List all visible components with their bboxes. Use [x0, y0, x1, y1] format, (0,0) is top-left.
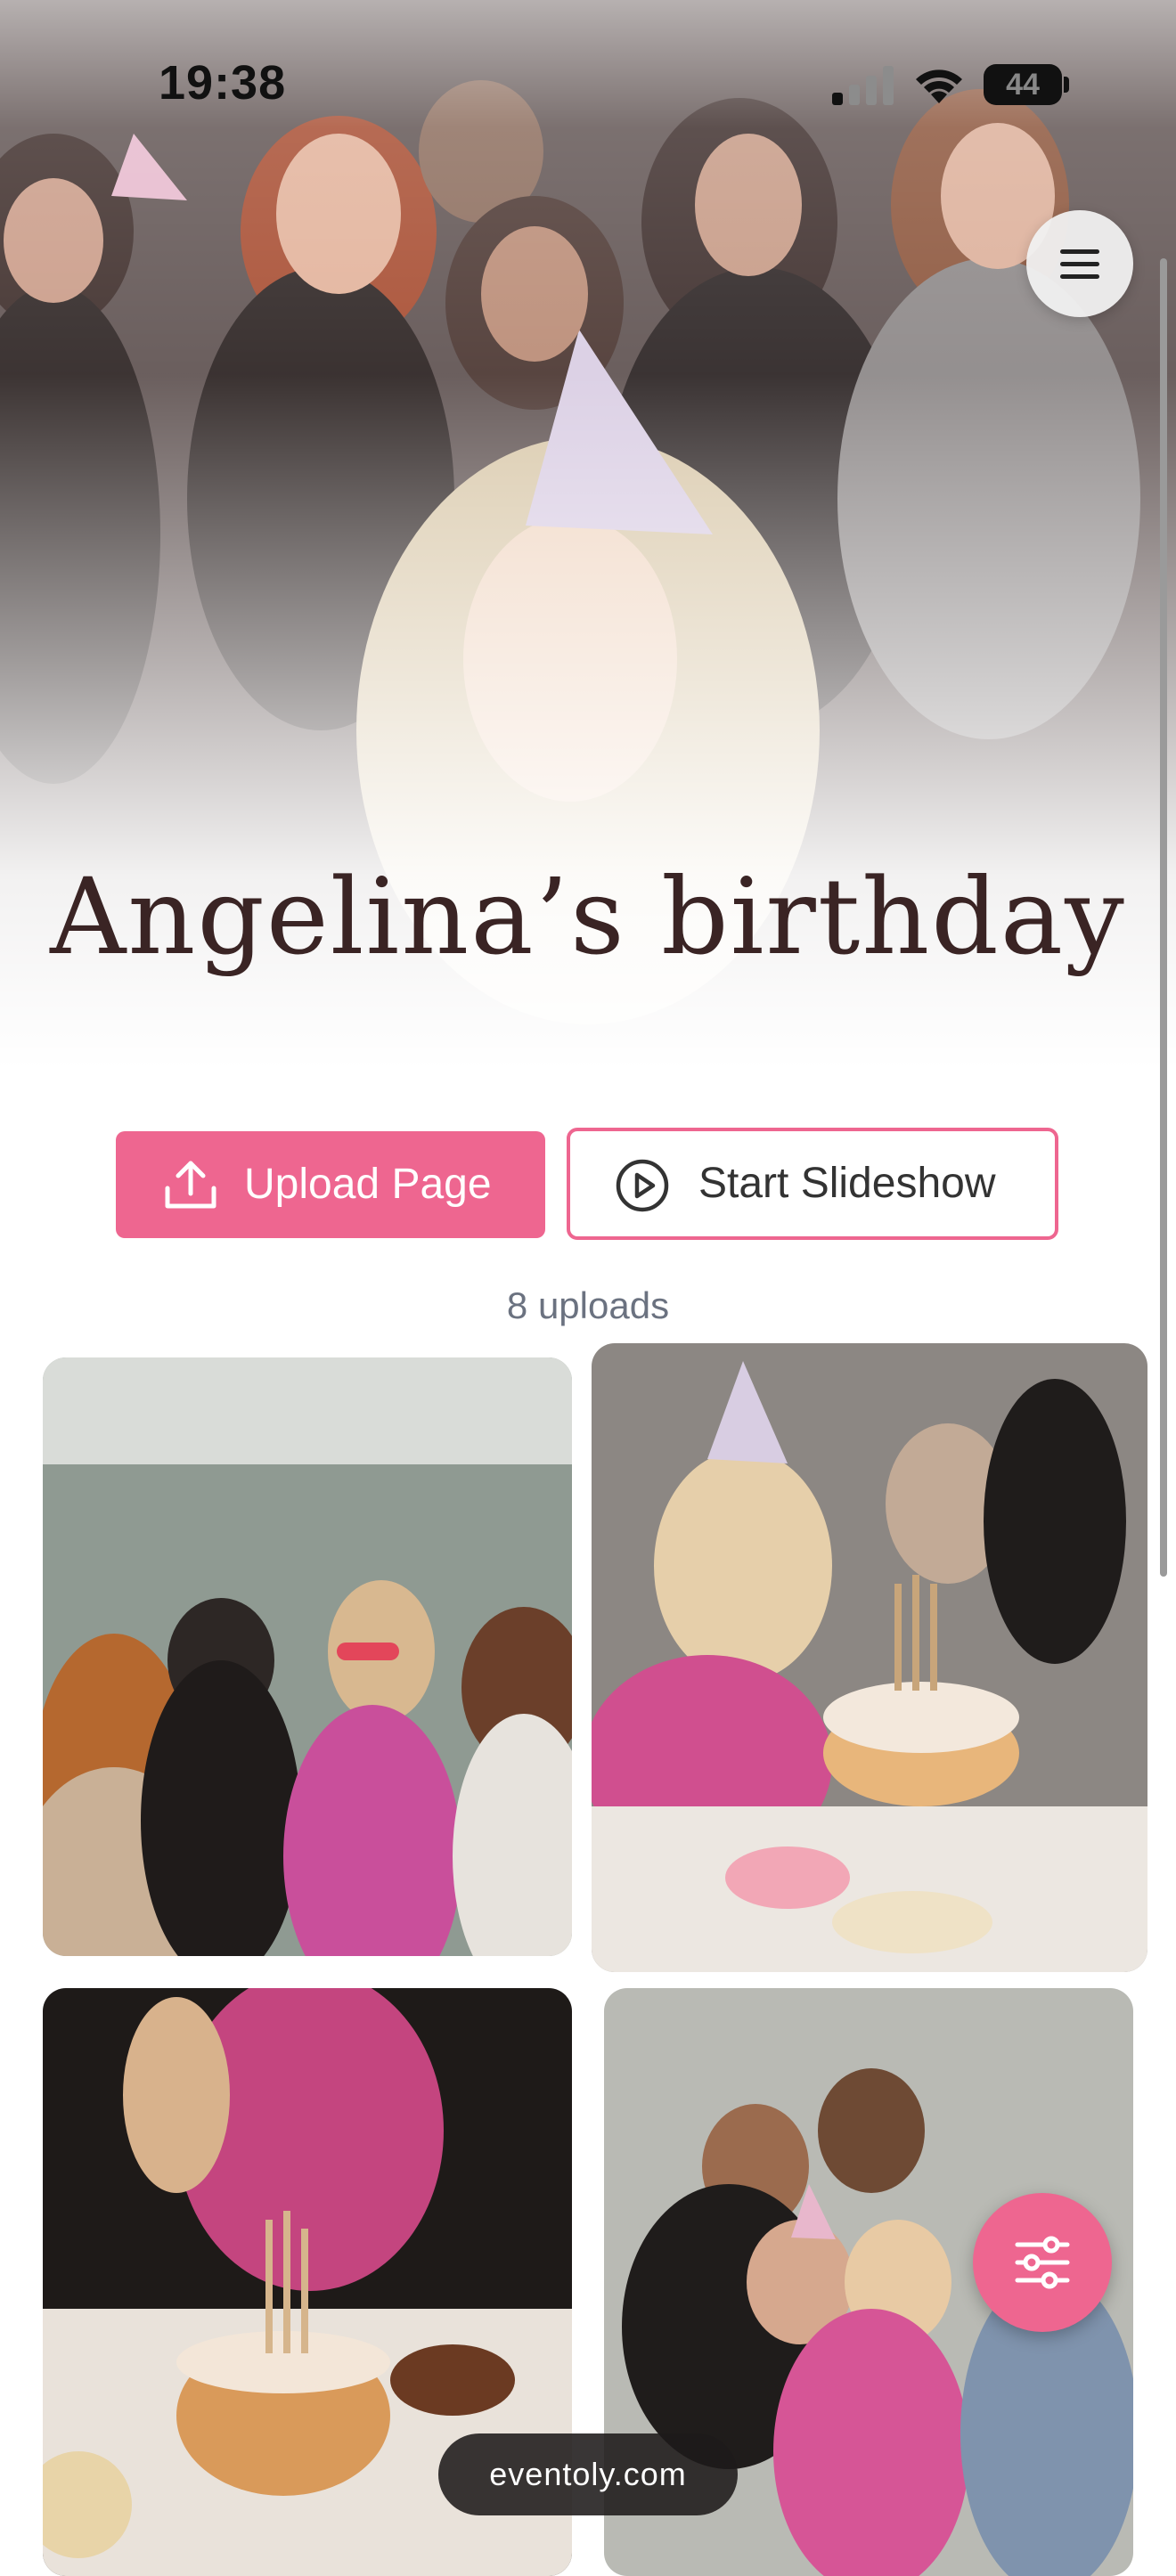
start-slideshow-button[interactable]: Start Slideshow [567, 1128, 1058, 1240]
uploads-count: 8 uploads [506, 1284, 670, 1326]
event-title: Angelina’s birthday [50, 855, 1126, 978]
menu-icon [1060, 249, 1099, 279]
battery-level: 44 [1006, 68, 1040, 102]
upload-icon [165, 1161, 216, 1209]
start-slideshow-label: Start Slideshow [698, 1160, 996, 1207]
upload-page-button[interactable]: Upload Page [116, 1131, 545, 1238]
gallery-photo[interactable] [43, 1357, 572, 1956]
domain-label: eventoly.com [438, 2433, 738, 2515]
battery-icon: 44 [984, 64, 1069, 105]
wifi-icon [916, 69, 962, 103]
status-bar: 19:38 44 [0, 0, 1176, 169]
filter-button[interactable] [973, 2193, 1112, 2332]
status-time: 19:38 [159, 56, 287, 110]
menu-button[interactable] [1026, 210, 1133, 317]
upload-page-label: Upload Page [244, 1161, 492, 1208]
filter-sliders-icon [1015, 2236, 1070, 2289]
cell-signal-icon [832, 66, 894, 105]
gallery-photo[interactable] [592, 1343, 1147, 1972]
play-circle-icon [616, 1159, 669, 1212]
